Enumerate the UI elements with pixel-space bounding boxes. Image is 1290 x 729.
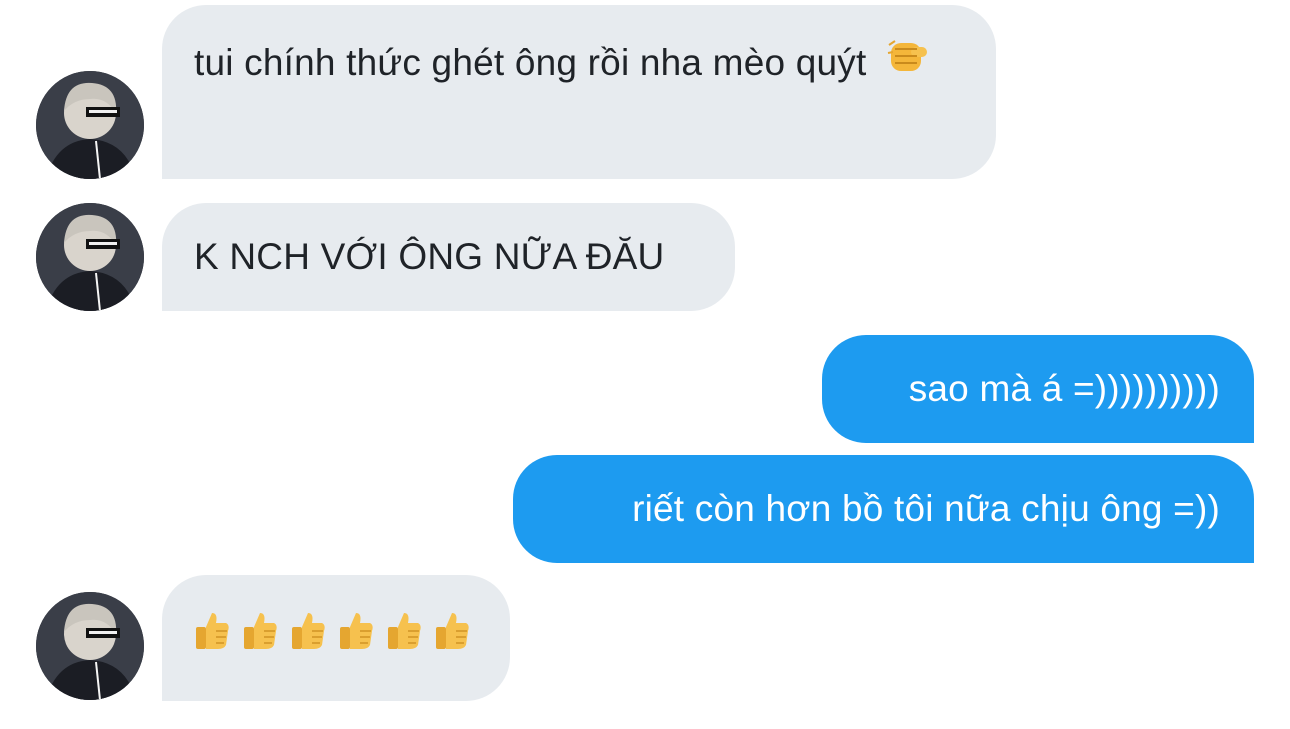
thumbs-up-icon <box>384 609 424 668</box>
thumbs-up-icon <box>432 609 472 668</box>
punch-icon <box>887 36 931 94</box>
contact-avatar[interactable] <box>36 592 144 700</box>
message-text: sao mà á =)))))))))) <box>908 368 1220 409</box>
message-text: tui chính thức ghét ông rồi nha mèo quýt <box>194 42 867 83</box>
contact-avatar[interactable] <box>36 71 144 179</box>
outgoing-message[interactable]: sao mà á =)))))))))) <box>822 335 1254 443</box>
thumbs-up-icon <box>240 609 280 668</box>
message-text: riết còn hơn bồ tôi nữa chịu ông =)) <box>632 488 1220 529</box>
incoming-message[interactable] <box>162 575 510 701</box>
contact-avatar[interactable] <box>36 203 144 311</box>
outgoing-message[interactable]: riết còn hơn bồ tôi nữa chịu ông =)) <box>513 455 1254 563</box>
thumbs-up-icon <box>288 609 328 668</box>
thumbs-up-icon <box>336 609 376 668</box>
thumbs-up-icon <box>192 609 232 668</box>
incoming-message[interactable]: K NCH VỚI ÔNG NỮA ĐĂU <box>162 203 735 311</box>
incoming-message[interactable]: tui chính thức ghét ông rồi nha mèo quýt <box>162 5 996 179</box>
message-text: K NCH VỚI ÔNG NỮA ĐĂU <box>194 236 665 277</box>
thumbs-up-row <box>192 575 480 701</box>
